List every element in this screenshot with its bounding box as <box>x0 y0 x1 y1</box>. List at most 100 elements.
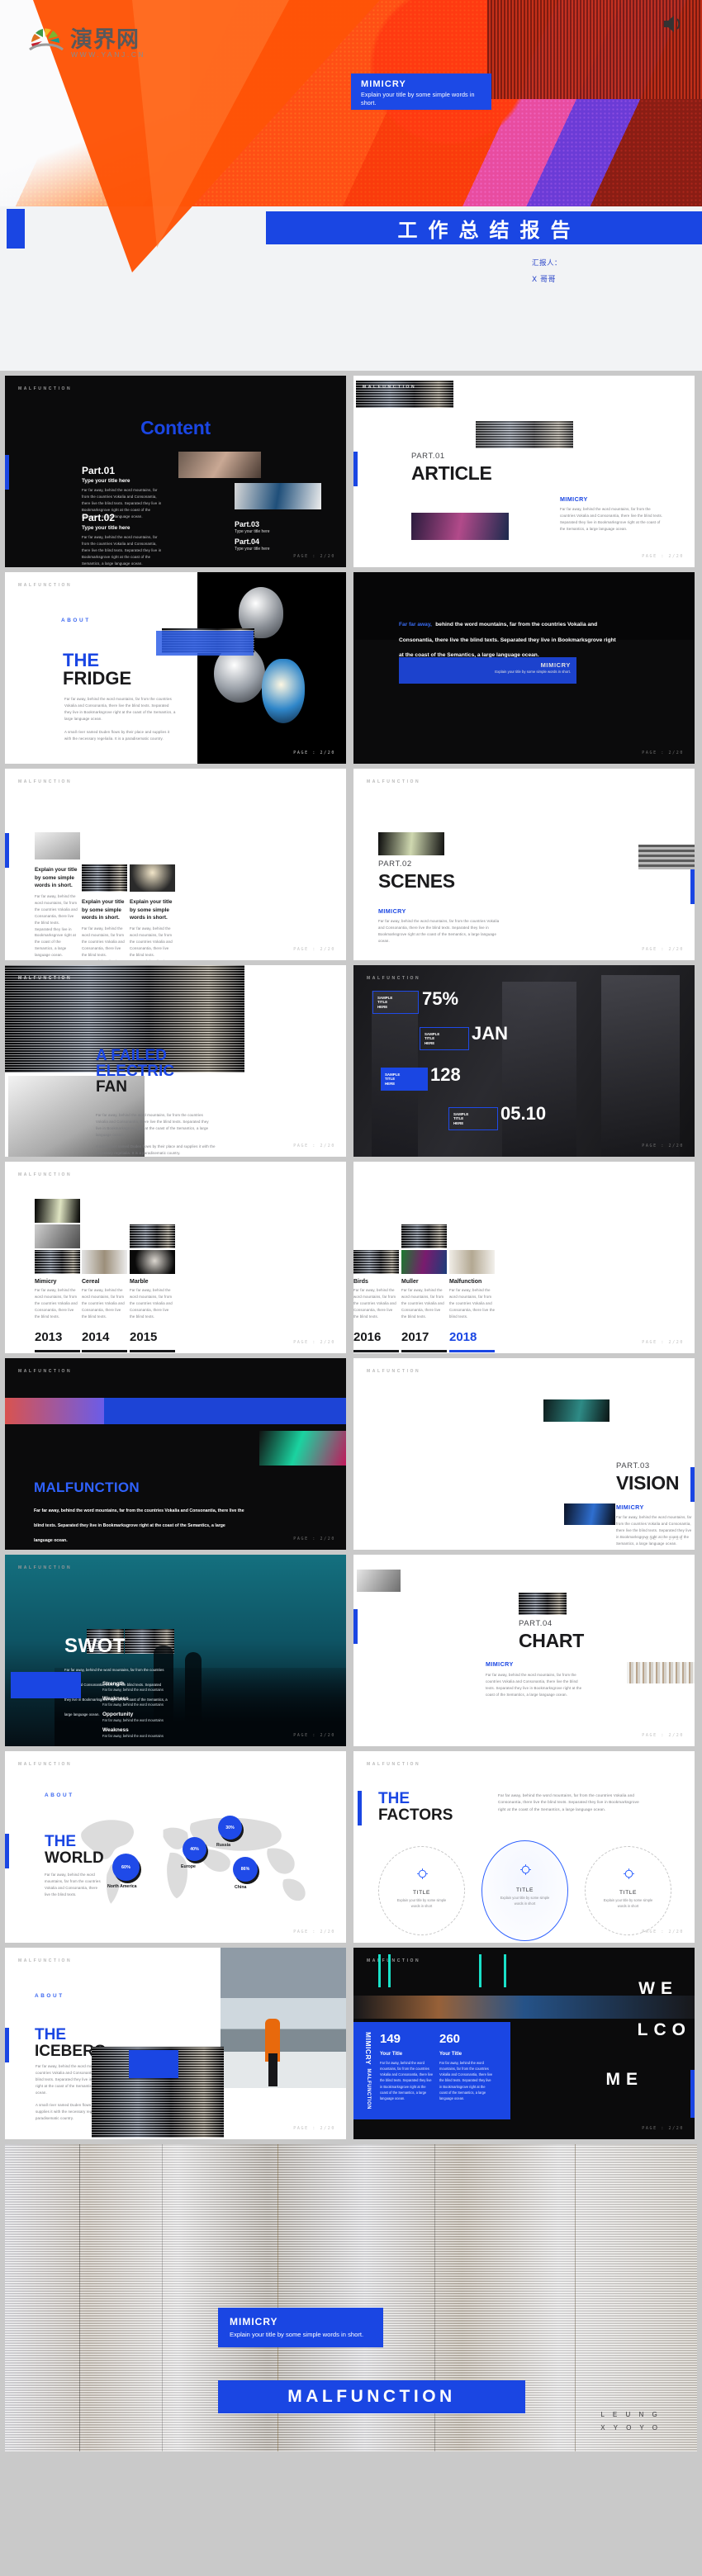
tr-rule-1 <box>353 1349 399 1352</box>
tl-img-2 <box>82 1250 127 1274</box>
slide-fridge[interactable]: MALFUNCTION ABOUT THE FRIDGE Far far awa… <box>5 572 346 764</box>
slide-brand: MALFUNCTION <box>367 1369 421 1374</box>
chart-img-glitch <box>519 1593 567 1615</box>
swot-name-1: Strength <box>102 1681 125 1687</box>
world-marker-2[interactable]: 40% Europe <box>181 1837 206 1869</box>
factor-circle-2[interactable]: TITLE Explain your title by some simple … <box>481 1840 568 1941</box>
cover-title-bar: 工作总结报告 <box>266 211 702 244</box>
tl-year-1: 2013 <box>35 1329 63 1344</box>
stat-box-4: SAMPLE TITLE HERE <box>448 1107 498 1130</box>
page-number: PAGE : 2/20 <box>293 1733 335 1738</box>
stat-label-1: SAMPLE TITLE HERE <box>377 995 393 1009</box>
logo-url: WWW.YANJ.CN <box>71 50 146 59</box>
speaker-icon[interactable] <box>661 13 685 35</box>
part-sub: Type your title here <box>235 529 270 534</box>
slide-three-column[interactable]: MALFUNCTION Explain your title by some s… <box>5 769 346 960</box>
tr-rule-3 <box>449 1349 495 1352</box>
quote-highlight: Far far away, <box>399 622 432 627</box>
page-number: PAGE : 2/20 <box>642 1733 684 1738</box>
world-body: Far far away, behind the word mountains,… <box>45 1872 101 1896</box>
slide-malfunction[interactable]: MALFUNCTION MALFUNCTION Far far away, be… <box>5 1358 346 1550</box>
part-sub: Type your title here <box>82 478 130 484</box>
tr-desc-2: Far far away, behind the word mountains,… <box>401 1288 444 1319</box>
content-part-2[interactable]: Part.02 Type your title here Far far awa… <box>82 512 163 567</box>
accent-tab <box>690 869 695 904</box>
swot-desc-1: Far far away, behind the word mountains <box>102 1688 164 1692</box>
cover-left-accent-block <box>7 209 25 249</box>
fridge-eyebrow: ABOUT <box>61 618 91 623</box>
tr-year-2: 2017 <box>401 1329 429 1344</box>
content-part-4[interactable]: Part.04 Type your title here <box>235 537 270 552</box>
page-number: PAGE : 2/20 <box>293 751 335 755</box>
slide-vision[interactable]: MALFUNCTION PART.03 VISION MIMICRY Far f… <box>353 1358 695 1550</box>
page-number: PAGE : 2/20 <box>642 1340 684 1345</box>
cover-mimicry-sub: Explain your title by some simple words … <box>361 91 475 107</box>
stat-value-2: JAN <box>472 1023 509 1044</box>
slide-brand: MALFUNCTION <box>18 1958 73 1963</box>
part-sub: Type your title here <box>235 547 270 552</box>
factor-desc-3: Explain your title by some simple words … <box>603 1898 653 1908</box>
slide-scenes[interactable]: MALFUNCTION PART.02 SCENES MIMICRY Far f… <box>353 769 695 960</box>
col-image-3 <box>130 864 175 892</box>
iceberg-title-blue: THE <box>35 2026 66 2043</box>
slide-article[interactable]: MALFUNCTION PART.01 ARTICLE MIMICRY Far … <box>353 376 695 567</box>
fridge-body-2: A small river named Duden flows by their… <box>64 729 170 741</box>
chart-part-label: PART.04 <box>519 1619 553 1628</box>
part-desc: Far far away, behind the word mountains,… <box>82 535 162 566</box>
world-marker-3[interactable]: 30% Russia <box>216 1816 242 1848</box>
tl-img-c <box>130 1224 175 1248</box>
final-mimicry-title: MIMICRY <box>230 2316 278 2327</box>
world-marker-1[interactable]: 60% North America <box>107 1854 140 1889</box>
slide-failed-fan[interactable]: MALFUNCTION A FAILED ELECTRIC FAN Far fa… <box>5 965 346 1157</box>
tl-desc-2: Far far away, behind the word mountains,… <box>82 1288 125 1319</box>
slide-swot[interactable]: MALFUNCTION SWOT Far far away, behind th… <box>5 1555 346 1746</box>
col-head-2: Explain your title by some simple words … <box>82 899 125 921</box>
slide-final[interactable]: MIMICRY Explain your title by some simpl… <box>5 2144 697 2451</box>
factor-title-3: TITLE <box>619 1890 637 1896</box>
accent-tab <box>690 1467 695 1502</box>
world-marker-4[interactable]: 86% China <box>233 1857 258 1890</box>
tl-name-3: Marble <box>130 1279 149 1285</box>
factor-circle-3[interactable]: TITLE Explain your title by some simple … <box>585 1846 671 1935</box>
scenes-part-label: PART.02 <box>378 859 412 869</box>
slide-iceberg[interactable]: MALFUNCTION ABOUT THE ICEBERG Far far aw… <box>5 1948 346 2139</box>
world-value-1: 60% <box>121 1864 130 1870</box>
slide-brand: MALFUNCTION <box>367 1762 421 1767</box>
fan-line-1: A FAILED <box>96 1047 167 1064</box>
slide-content[interactable]: MALFUNCTION Content Part.01 Type your ti… <box>5 376 346 567</box>
swot-item-3: Opportunity Far far away, behind the wor… <box>102 1712 206 1722</box>
slide-timeline-right[interactable]: Birds Far far away, behind the word moun… <box>353 1162 695 1353</box>
welcome-stat-value-1: 149 <box>380 2032 401 2046</box>
slide-quote[interactable]: Far far away, behind the word mountains,… <box>353 572 695 764</box>
slide-world[interactable]: MALFUNCTION ABOUT THE WORLD Far far away… <box>5 1751 346 1943</box>
slide-chart[interactable]: PART.04 CHART MIMICRY Far far away, behi… <box>353 1555 695 1746</box>
tr-img-2 <box>401 1250 447 1274</box>
content-part-3[interactable]: Part.03 Type your title here <box>235 520 270 534</box>
fridge-title-blue: THE <box>63 650 99 670</box>
scenes-title: SCENES <box>378 870 455 892</box>
fridge-title-dark: FRIDGE <box>63 668 132 689</box>
stat-value-1: 75% <box>422 988 459 1009</box>
factor-circle-1[interactable]: TITLE Explain your title by some simple … <box>378 1846 465 1935</box>
slide-factors[interactable]: MALFUNCTION THE FACTORS Far far away, be… <box>353 1751 695 1943</box>
col-head-1: Explain your title by some simple words … <box>35 867 78 889</box>
final-sign-line-2: X Y O Y O <box>600 2424 661 2432</box>
slide-timeline-left[interactable]: MALFUNCTION Mimicry Far far away, behind… <box>5 1162 346 1353</box>
stat-box-3: SAMPLE TITLE HERE <box>381 1068 428 1091</box>
factor-icon-1 <box>417 1868 428 1879</box>
tl-img-a <box>35 1199 80 1223</box>
logo-fan-icon <box>28 26 64 50</box>
col-head-3: Explain your title by some simple words … <box>130 899 173 921</box>
slide-welcome[interactable]: MALFUNCTION MIMICRY MALFUNCTION 149 Your… <box>353 1948 695 2139</box>
final-banner-text: MALFUNCTION <box>287 2387 456 2406</box>
tr-year-3: 2018 <box>449 1329 477 1344</box>
fridge-photo <box>197 572 346 764</box>
tl-rule-3 <box>130 1349 175 1352</box>
vision-part-label: PART.03 <box>616 1461 650 1470</box>
part-num: Part.02 <box>82 512 116 523</box>
slide-stats[interactable]: MALFUNCTION SAMPLE TITLE HERE 75% SAMPLE… <box>353 965 695 1157</box>
slide-brand: MALFUNCTION <box>18 1369 73 1374</box>
tr-name-3: Malfunction <box>449 1279 482 1285</box>
slide-brand: MALFUNCTION <box>18 779 73 784</box>
tl-desc-1: Far far away, behind the word mountains,… <box>35 1288 78 1319</box>
